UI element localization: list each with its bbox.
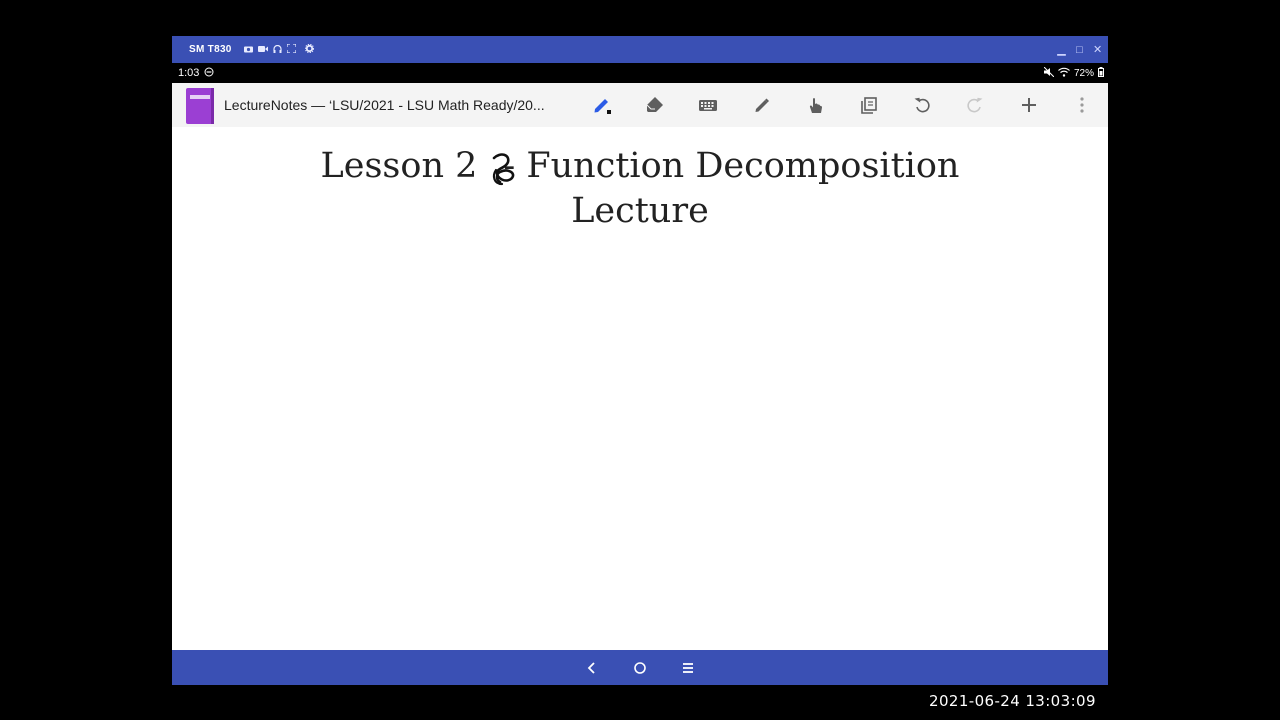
fullscreen-icon [286, 43, 297, 55]
eraser-tool-button[interactable] [641, 91, 669, 119]
close-button[interactable]: ✕ [1093, 43, 1102, 56]
wifi-icon [1058, 67, 1070, 80]
undo-button[interactable] [908, 91, 936, 119]
battery-percent: 72% [1073, 67, 1094, 79]
headphones-icon [273, 44, 282, 55]
more-icon [1080, 97, 1084, 113]
home-button[interactable] [632, 660, 648, 676]
note-subtitle-line: Lecture [571, 191, 709, 231]
pen-icon [594, 99, 611, 114]
recents-icon [683, 662, 693, 673]
handwritten-scribble [492, 153, 515, 186]
status-time: 1:03 [178, 67, 200, 79]
navigation-bar [172, 650, 1108, 685]
dnd-icon [204, 67, 214, 80]
window-title-bar[interactable]: SM T830 ▁ □ ✕ [172, 36, 1108, 63]
eraser-icon [646, 97, 663, 112]
hand-tool-button[interactable] [801, 91, 829, 119]
minimize-button[interactable]: ▁ [1057, 43, 1066, 56]
window-title-icons [243, 43, 314, 55]
keyboard-icon [699, 100, 717, 111]
redo-icon [967, 97, 983, 113]
add-icon [1022, 98, 1036, 112]
note-canvas[interactable]: Lesson 2 - Function Decomposition Lecture [172, 127, 1108, 650]
camera-icon [243, 45, 253, 55]
video-icon [257, 45, 268, 55]
note-title-suffix: - Function Decomposition [503, 146, 960, 186]
copy-pages-icon [861, 97, 877, 114]
highlighter-tool-button[interactable] [748, 91, 776, 119]
highlighter-icon [755, 98, 769, 112]
notebook-icon[interactable] [186, 88, 214, 124]
back-icon [587, 661, 595, 674]
redo-button[interactable] [961, 91, 989, 119]
overflow-menu-button[interactable] [1068, 91, 1096, 119]
window-controls: ▁ □ ✕ [1057, 36, 1102, 63]
note-title-line: Lesson 2 - Function Decomposition [172, 146, 1108, 186]
battery-icon [1098, 66, 1104, 80]
note-title-prefix: Lesson 2 [320, 146, 478, 186]
maximize-button[interactable]: □ [1075, 44, 1084, 56]
screen: SM T830 ▁ □ ✕ 1:03 72% LectureNotes — ‘L… [0, 0, 1280, 720]
back-button[interactable] [584, 660, 600, 676]
app-toolbar: LectureNotes — ‘LSU/2021 - LSU Math Read… [172, 83, 1108, 127]
window-title: SM T830 [189, 44, 232, 55]
home-icon [634, 661, 646, 674]
undo-icon [914, 97, 930, 113]
status-indicators: 72% [1043, 63, 1104, 83]
add-page-button[interactable] [1015, 91, 1043, 119]
hand-icon [809, 98, 822, 113]
status-bar: 1:03 72% [172, 63, 1108, 83]
mute-icon [1043, 66, 1055, 80]
device-window: SM T830 ▁ □ ✕ 1:03 72% LectureNotes — ‘L… [172, 36, 1108, 685]
copy-pages-tool-button[interactable] [855, 91, 883, 119]
keyboard-tool-button[interactable] [694, 91, 722, 119]
notebook-title: LectureNotes — ‘LSU/2021 - LSU Math Read… [224, 97, 545, 113]
pen-tool-button[interactable] [588, 91, 616, 119]
recording-timestamp: 2021-06-24 13:03:09 [929, 692, 1096, 710]
gear-icon [304, 43, 314, 55]
recents-button[interactable] [680, 660, 696, 676]
